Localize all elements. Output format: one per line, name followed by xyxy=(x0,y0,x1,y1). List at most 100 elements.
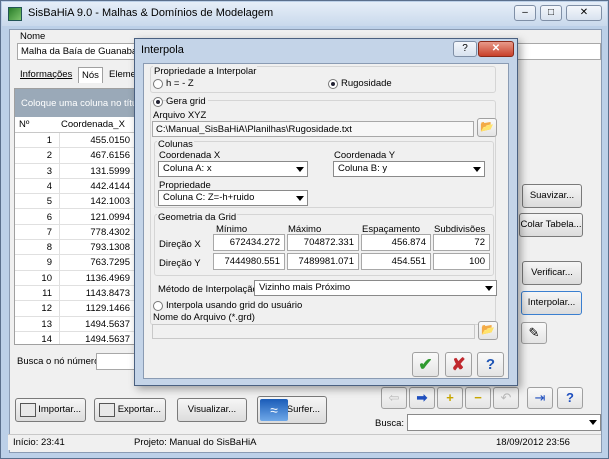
row-number: 1 xyxy=(46,135,52,146)
export-label: Exportar... xyxy=(117,404,161,415)
table-row[interactable]: 11 1143.8473 xyxy=(15,286,135,302)
minimize-button[interactable]: – xyxy=(514,5,536,21)
undo-icon[interactable]: ↶ xyxy=(493,387,519,409)
metodo-combo-text: Vizinho mais Próximo xyxy=(259,282,351,293)
verificar-button[interactable]: Verificar... xyxy=(522,261,582,285)
radio-h-label: h = - Z xyxy=(166,78,194,89)
dir-y-min[interactable]: 7444980.551 xyxy=(213,253,285,270)
table-row[interactable]: 7 778.4302 xyxy=(15,224,135,241)
row-number: 13 xyxy=(41,318,52,330)
app-title: SisBaHiA 9.0 - Malhas & Domínios de Mode… xyxy=(28,7,274,19)
search-combo-arrow-icon xyxy=(589,420,597,425)
dir-y-label: Direção Y xyxy=(159,258,201,269)
tab-informacoes[interactable]: Informações xyxy=(17,67,76,83)
search-node-label: Busca o nó número: xyxy=(17,356,103,367)
table-row[interactable]: 12 1129.1466 xyxy=(15,301,135,317)
table-row[interactable]: 13 1494.5637 xyxy=(15,316,135,332)
row-coord-x: 1494.5637 xyxy=(59,331,133,344)
surfer-button[interactable]: ≈ Surfer... xyxy=(257,396,327,424)
dialog-title: Interpola xyxy=(141,44,184,56)
row-number: 5 xyxy=(46,196,52,208)
grid-header: Nº Coordenada_X xyxy=(15,118,135,133)
row-coord-x: 142.1003 xyxy=(59,194,133,210)
row-number: 3 xyxy=(46,165,52,177)
search-combo[interactable] xyxy=(407,414,601,431)
ok-button[interactable]: ✔ xyxy=(412,352,439,377)
export-icon xyxy=(99,403,115,417)
close-button[interactable]: ✕ xyxy=(566,5,602,21)
nome-arquivo-field[interactable] xyxy=(152,324,475,339)
colar-tabela-button[interactable]: Colar Tabela... xyxy=(519,213,583,237)
suavizar-button[interactable]: Suavizar... xyxy=(522,184,582,208)
dir-x-subdiv[interactable]: 72 xyxy=(433,234,490,251)
dir-x-min[interactable]: 672434.272 xyxy=(213,234,285,251)
table-row[interactable]: 6 121.0994 xyxy=(15,209,135,225)
metodo-combo[interactable]: Vizinho mais Próximo xyxy=(254,280,497,296)
coord-x-combo[interactable]: Coluna A: x xyxy=(158,161,308,177)
radio-rugosidade-label: Rugosidade xyxy=(341,78,392,89)
coord-x-chevron-down-icon xyxy=(296,167,304,172)
dialog-close-button[interactable]: ✕ xyxy=(478,41,514,57)
dir-x-spacing[interactable]: 456.874 xyxy=(361,234,431,251)
next-arrow-icon[interactable]: ➡ xyxy=(409,387,435,409)
radio-h[interactable] xyxy=(153,79,163,89)
add-plus-icon[interactable]: + xyxy=(437,387,463,409)
prop-group-label: Propriedade a Interpolar xyxy=(153,66,258,77)
remove-minus-icon[interactable]: − xyxy=(465,387,491,409)
interpolar-button[interactable]: Interpolar... xyxy=(521,291,582,315)
grid-header-coord-x[interactable]: Coordenada_X xyxy=(61,119,125,130)
grid-header-n[interactable]: Nº xyxy=(19,119,29,130)
propriedade-combo[interactable]: Coluna C: Z=-h+ruido xyxy=(158,190,308,206)
row-number: 4 xyxy=(46,180,52,192)
open-folder-disabled-icon[interactable]: 📂 xyxy=(478,321,498,340)
coord-y-chevron-down-icon xyxy=(473,167,481,172)
dialog-help-icon-button[interactable]: ? xyxy=(477,352,504,377)
dir-y-spacing[interactable]: 454.551 xyxy=(361,253,431,270)
help-icon[interactable]: ? xyxy=(557,387,583,409)
table-row[interactable]: 4 442.4144 xyxy=(15,178,135,195)
row-coord-x: 1136.4969 xyxy=(59,270,133,286)
arquivo-label: Arquivo XYZ xyxy=(153,110,207,121)
radio-rugosidade[interactable] xyxy=(328,79,338,89)
nodes-grid[interactable]: Coloque uma coluna no título Nº Coordena… xyxy=(14,88,136,345)
edit-pencil-icon[interactable]: ✎ xyxy=(521,322,547,344)
row-coord-x: 763.7295 xyxy=(59,255,133,271)
geometria-label: Geometria da Grid xyxy=(157,212,238,223)
export-button[interactable]: Exportar... xyxy=(94,398,166,422)
table-row[interactable]: 3 131.5999 xyxy=(15,163,135,179)
cancel-button[interactable]: ✘ xyxy=(445,352,472,377)
coord-y-combo[interactable]: Coluna B: y xyxy=(333,161,485,177)
table-row[interactable]: 5 142.1003 xyxy=(15,194,135,210)
app-icon xyxy=(8,7,22,21)
row-coord-x: 1129.1466 xyxy=(59,301,133,317)
table-row[interactable]: 1 455.0150 xyxy=(15,133,135,149)
main-titlebar: SisBaHiA 9.0 - Malhas & Domínios de Mode… xyxy=(2,2,607,26)
radio-gera-grid[interactable] xyxy=(153,97,163,107)
first-arrow-icon[interactable]: ⇦ xyxy=(381,387,407,409)
radio-user-grid[interactable] xyxy=(153,301,163,311)
table-row[interactable]: 9 763.7295 xyxy=(15,255,135,271)
row-number: 10 xyxy=(41,272,52,284)
arquivo-field[interactable]: C:\Manual_SisBaHiA\Planilhas\Rugosidade.… xyxy=(152,121,474,137)
tab-nos[interactable]: Nós xyxy=(78,67,103,83)
row-coord-x: 121.0994 xyxy=(59,209,133,225)
dir-x-max[interactable]: 704872.331 xyxy=(287,234,359,251)
dialog-help-button[interactable]: ? xyxy=(453,41,477,57)
table-row[interactable]: 10 1136.4969 xyxy=(15,270,135,286)
surfer-wave-icon: ≈ xyxy=(260,399,288,421)
table-row[interactable]: 14 1494.5637 xyxy=(15,331,135,344)
table-row[interactable]: 2 467.6156 xyxy=(15,148,135,164)
exit-door-icon[interactable]: ⇥ xyxy=(527,387,553,409)
open-folder-icon[interactable]: 📂 xyxy=(477,118,497,137)
dir-y-subdiv[interactable]: 100 xyxy=(433,253,490,270)
maximize-button[interactable]: □ xyxy=(540,5,562,21)
import-button[interactable]: Importar... xyxy=(15,398,86,422)
coord-x-label: Coordenada X xyxy=(159,150,221,161)
status-project: Projeto: Manual do SisBaHiA xyxy=(134,437,257,448)
row-coord-x: 1143.8473 xyxy=(59,286,133,301)
table-row[interactable]: 8 793.1308 xyxy=(15,240,135,256)
grid-group-hint-text: Coloque uma coluna no título xyxy=(21,98,136,109)
visualize-button[interactable]: Visualizar... xyxy=(177,398,247,422)
search-node-input[interactable] xyxy=(96,353,136,370)
dir-y-max[interactable]: 7489981.071 xyxy=(287,253,359,270)
